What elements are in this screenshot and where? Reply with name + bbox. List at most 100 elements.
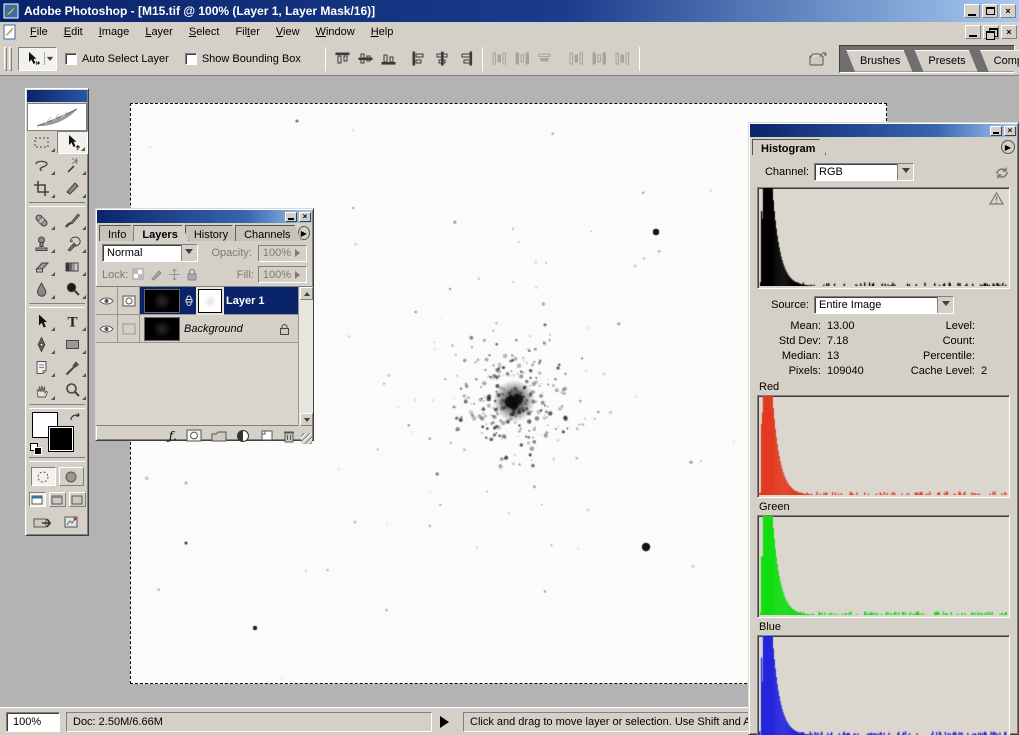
- app-close-button[interactable]: ×: [1000, 4, 1016, 18]
- move-tool[interactable]: [57, 131, 88, 154]
- well-tab-brushes[interactable]: Brushes: [846, 50, 912, 72]
- history-brush-tool[interactable]: [57, 232, 88, 255]
- mask-link-icon[interactable]: [184, 295, 194, 307]
- layer-row-background[interactable]: Background: [96, 315, 298, 343]
- histogram-close-button[interactable]: ×: [1004, 126, 1016, 136]
- delete-layer-button[interactable]: [283, 429, 295, 443]
- dodge-tool[interactable]: [57, 278, 88, 301]
- healing-brush-tool[interactable]: [26, 209, 57, 232]
- imageready-icon[interactable]: [63, 514, 81, 530]
- menu-select[interactable]: Select: [181, 23, 228, 41]
- zoom-tool[interactable]: [57, 379, 88, 402]
- app-maximize-button[interactable]: [982, 4, 998, 18]
- doc-restore-button[interactable]: [983, 25, 999, 39]
- options-bar-gripper[interactable]: [4, 47, 7, 71]
- brush-tool[interactable]: [57, 209, 88, 232]
- menu-filter[interactable]: Filter: [227, 23, 267, 41]
- add-layer-mask-button[interactable]: [186, 429, 202, 442]
- move-tool-preset-button[interactable]: [18, 47, 57, 71]
- well-tab-presets[interactable]: Presets: [914, 50, 977, 72]
- distribute-vertical-centers-button[interactable]: [514, 51, 531, 66]
- layers-palette-close-button[interactable]: ×: [299, 212, 311, 222]
- source-dropdown-button[interactable]: [937, 297, 953, 313]
- menu-window[interactable]: Window: [308, 23, 363, 41]
- eyedropper-tool[interactable]: [57, 356, 88, 379]
- layer-thumbnail[interactable]: [144, 317, 180, 341]
- layer-visibility-toggle[interactable]: [96, 315, 118, 342]
- clone-stamp-tool[interactable]: [26, 232, 57, 255]
- align-horizontal-centers-button[interactable]: [434, 51, 451, 66]
- scroll-up-button[interactable]: [300, 287, 313, 300]
- layer-name[interactable]: Background: [184, 323, 243, 335]
- gradient-tool[interactable]: [57, 255, 88, 278]
- layer-style-button[interactable]: ƒ.: [169, 429, 177, 443]
- status-menu-arrow[interactable]: [440, 716, 455, 728]
- type-tool[interactable]: T: [57, 310, 88, 333]
- histogram-palette-titlebar[interactable]: ×: [750, 124, 1017, 137]
- menu-edit[interactable]: Edit: [56, 23, 91, 41]
- toolbox-drag-handle[interactable]: [27, 90, 87, 102]
- tool-preset-dropdown-arrow[interactable]: [46, 57, 52, 64]
- align-vertical-centers-button[interactable]: [357, 51, 374, 66]
- blur-tool[interactable]: [26, 278, 57, 301]
- lock-position-icon[interactable]: [168, 268, 181, 281]
- layer-thumbnail[interactable]: [144, 289, 180, 313]
- fullscreen-menubar-mode-button[interactable]: [49, 492, 66, 507]
- layer-row-layer-1[interactable]: Layer 1: [96, 287, 298, 315]
- show-bounding-box-box[interactable]: [185, 53, 197, 65]
- app-minimize-button[interactable]: [964, 4, 980, 18]
- imageready-jump-icon[interactable]: [33, 514, 57, 530]
- well-tab-comps[interactable]: Comps: [980, 50, 1019, 72]
- blend-mode-select[interactable]: Normal: [102, 244, 198, 262]
- zoom-level-field[interactable]: 100%: [6, 712, 60, 732]
- fill-field[interactable]: 100%: [258, 266, 307, 283]
- background-color-swatch[interactable]: [48, 426, 74, 452]
- histogram-minimize-button[interactable]: [990, 126, 1002, 136]
- eraser-tool[interactable]: [26, 255, 57, 278]
- crop-tool[interactable]: [26, 177, 57, 200]
- distribute-left-edges-button[interactable]: [568, 51, 585, 66]
- photoshop-feather-logo[interactable]: [27, 103, 87, 131]
- lock-all-icon[interactable]: [186, 268, 198, 281]
- layers-palette-titlebar[interactable]: ×: [97, 210, 312, 223]
- default-colors-icon[interactable]: [30, 443, 44, 455]
- cached-data-warning-icon[interactable]: [989, 192, 1004, 205]
- tab-info[interactable]: Info: [99, 225, 137, 241]
- tab-layers[interactable]: Layers: [133, 225, 188, 241]
- rectangular-marquee-tool[interactable]: [26, 131, 57, 154]
- opacity-field[interactable]: 100%: [258, 245, 307, 262]
- source-select[interactable]: Entire Image: [814, 296, 954, 314]
- adjustment-layer-button[interactable]: [236, 429, 251, 443]
- align-bottom-edges-button[interactable]: [380, 51, 397, 66]
- distribute-top-edges-button[interactable]: [491, 51, 508, 66]
- tab-channels[interactable]: Channels: [235, 225, 301, 241]
- slice-tool[interactable]: [57, 177, 88, 200]
- auto-select-layer-checkbox[interactable]: Auto Select Layer: [65, 53, 169, 65]
- channel-select[interactable]: RGB: [814, 163, 914, 181]
- menu-file[interactable]: File: [22, 23, 56, 41]
- doc-minimize-button[interactable]: [965, 25, 981, 39]
- channel-dropdown-button[interactable]: [897, 164, 913, 180]
- new-group-button[interactable]: [211, 430, 227, 442]
- hand-tool[interactable]: [26, 379, 57, 402]
- distribute-right-edges-button[interactable]: [614, 51, 631, 66]
- shape-tool[interactable]: [57, 333, 88, 356]
- lock-transparency-icon[interactable]: [132, 268, 145, 281]
- standard-screen-mode-button[interactable]: [29, 492, 46, 507]
- menu-help[interactable]: Help: [363, 23, 402, 41]
- menu-layer[interactable]: Layer: [137, 23, 181, 41]
- document-size-panel[interactable]: Doc: 2.50M/6.66M: [66, 712, 432, 732]
- menu-image[interactable]: Image: [91, 23, 138, 41]
- quick-mask-mode-button[interactable]: [59, 467, 84, 486]
- align-top-edges-button[interactable]: [334, 51, 351, 66]
- auto-select-layer-box[interactable]: [65, 53, 77, 65]
- scroll-down-button[interactable]: [300, 413, 313, 426]
- notes-tool[interactable]: [26, 356, 57, 379]
- histogram-palette-menu-button[interactable]: ▶: [1001, 140, 1015, 154]
- layer-name[interactable]: Layer 1: [226, 295, 265, 307]
- distribute-horizontal-centers-button[interactable]: [591, 51, 608, 66]
- file-browser-button[interactable]: [805, 46, 831, 72]
- layers-palette-minimize-button[interactable]: [285, 212, 297, 222]
- align-left-edges-button[interactable]: [411, 51, 428, 66]
- align-right-edges-button[interactable]: [457, 51, 474, 66]
